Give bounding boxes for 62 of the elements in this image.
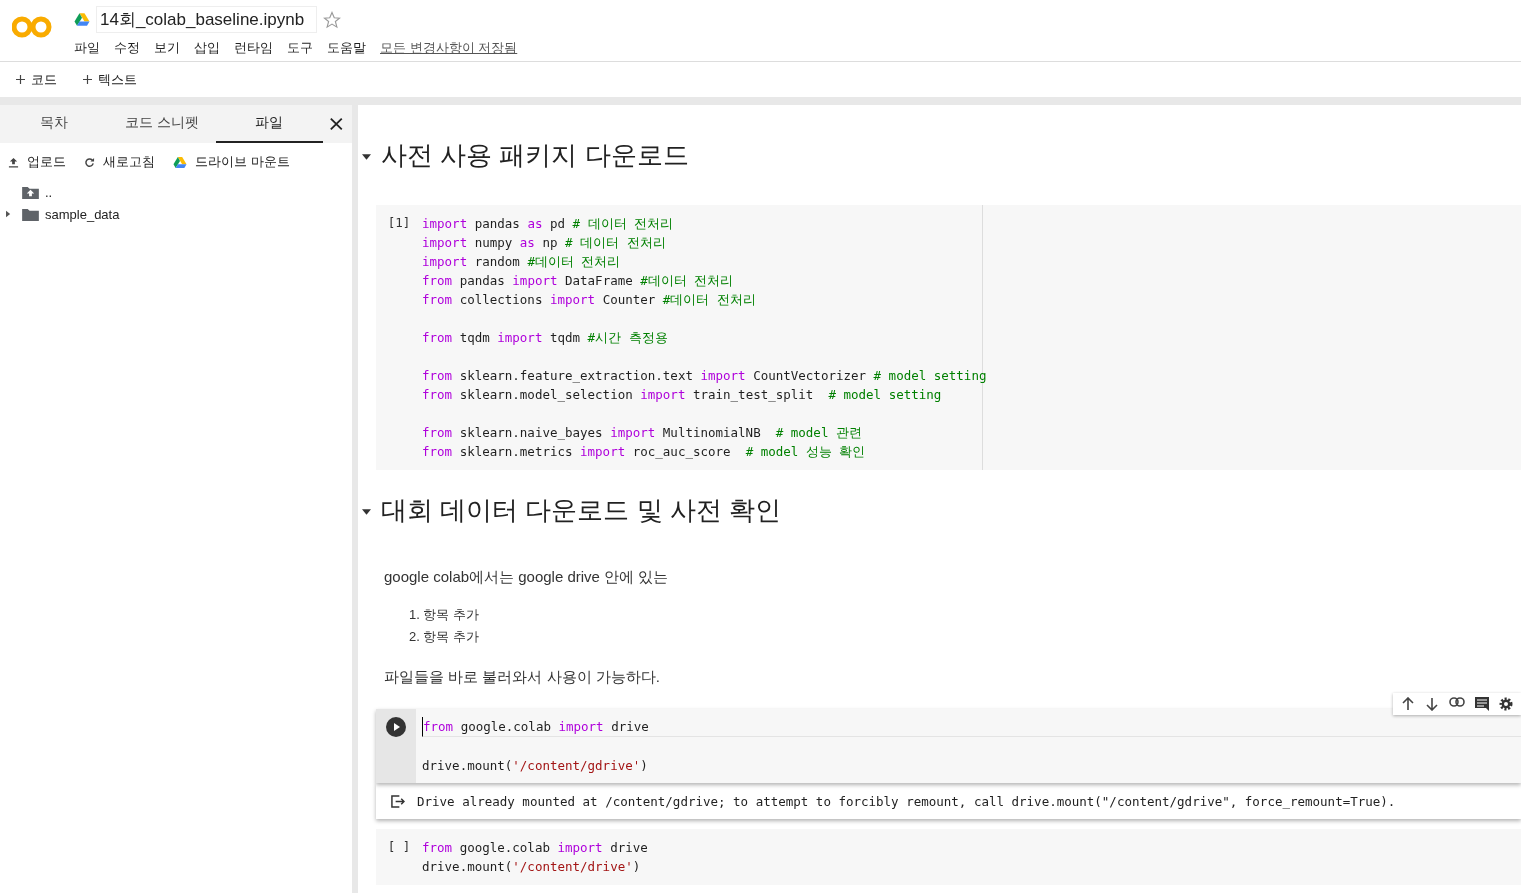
menu-item[interactable]: 파일: [74, 39, 100, 57]
arrow-down-icon[interactable]: [1425, 697, 1439, 711]
refresh-icon: [84, 156, 95, 168]
execution-count: [ ]: [387, 839, 411, 856]
add-cell-button[interactable]: 코드: [14, 68, 59, 91]
plus-icon: [83, 74, 92, 84]
menu-item[interactable]: 보기: [154, 39, 180, 57]
code-line: drive.mount('/content/gdrive'): [422, 757, 649, 775]
arrow-up-icon[interactable]: [1401, 697, 1415, 711]
code-line: import random #데이터 전처리: [422, 253, 622, 271]
menu-item[interactable]: 도구: [287, 39, 313, 57]
collapse-caret-icon[interactable]: [362, 509, 371, 515]
sidebar-action[interactable]: 새로고침: [84, 153, 155, 171]
execution-count: [1]: [387, 215, 411, 232]
code-line: from sklearn.metrics import roc_auc_score # model 성능 확인: [422, 443, 867, 461]
sidebar-tab[interactable]: 파일: [215, 105, 324, 143]
menu-item[interactable]: 삽입: [194, 39, 220, 57]
code-line: from pandas import DataFrame #데이터 전처리: [422, 272, 735, 290]
file-name[interactable]: sample_data: [45, 206, 120, 222]
run-button-icon[interactable]: [386, 717, 406, 737]
menu-item[interactable]: 수정: [114, 39, 140, 57]
code-line: from sklearn.model_selection import train_test_split # model setting: [422, 386, 943, 404]
link-icon[interactable]: [1449, 697, 1465, 707]
code-line: from sklearn.naive_bayes import MultinomialNB # model 관련: [422, 424, 863, 442]
settings-icon[interactable]: [1499, 697, 1513, 711]
notebook-title[interactable]: 14회_colab_baseline.ipynb: [96, 6, 318, 33]
menu-item[interactable]: 런타임: [234, 39, 273, 57]
file-name[interactable]: ..: [45, 184, 53, 200]
code-line: from google.colab import drive: [422, 839, 649, 857]
sidebar-action[interactable]: 업로드: [8, 153, 66, 171]
close-icon[interactable]: [329, 116, 344, 132]
drive-icon: [74, 12, 90, 27]
paragraph: 파일들을 바로 불러와서 사용이 가능하다.: [384, 668, 661, 687]
code-line: import pandas as pd # 데이터 전처리: [422, 215, 675, 233]
save-status-link[interactable]: 모든 변경사항이 저장됨: [380, 39, 518, 57]
drive-icon: [173, 155, 187, 169]
sidebar-action[interactable]: 드라이브 마운트: [173, 153, 290, 171]
code-line: from google.colab import drive: [422, 717, 1521, 737]
upload-icon: [8, 156, 19, 168]
code-line: import numpy as np # 데이터 전처리: [422, 234, 667, 252]
code-line: from tqdm import tqdm #시간 측정용: [422, 329, 669, 347]
plus-icon: [16, 74, 25, 84]
add-cell-button[interactable]: 텍스트: [81, 68, 139, 91]
section-heading: 사전 사용 패키지 다운로드: [381, 138, 689, 172]
collapse-caret-icon[interactable]: [362, 154, 371, 160]
expand-caret-icon[interactable]: [6, 210, 11, 218]
list-item: 2. 항목 추가: [409, 628, 481, 646]
list-item: 1. 항목 추가: [409, 606, 481, 624]
cell-output: Drive already mounted at /content/gdrive; to attempt to forcibly remount, call drive.mount("/content/gdrive", force_remount=True).: [417, 793, 1396, 809]
code-line: drive.mount('/content/drive'): [422, 858, 642, 876]
star-icon[interactable]: [323, 10, 342, 29]
menu-item[interactable]: 도움말: [327, 39, 366, 57]
sidebar-tab[interactable]: 코드 스니펫: [107, 105, 216, 143]
section-heading: 대회 데이터 다운로드 및 사전 확인: [381, 493, 782, 527]
output-icon: [390, 794, 405, 808]
up-folder-icon: [22, 185, 39, 199]
sidebar-tab[interactable]: 목차: [0, 105, 108, 143]
colab-logo: [12, 16, 52, 38]
code-line: from collections import Counter #데이터 전처리: [422, 291, 757, 309]
paragraph: google colab에서는 google drive 안에 있는: [384, 568, 670, 587]
folder-icon: [22, 207, 39, 221]
comment-icon[interactable]: [1475, 697, 1489, 711]
